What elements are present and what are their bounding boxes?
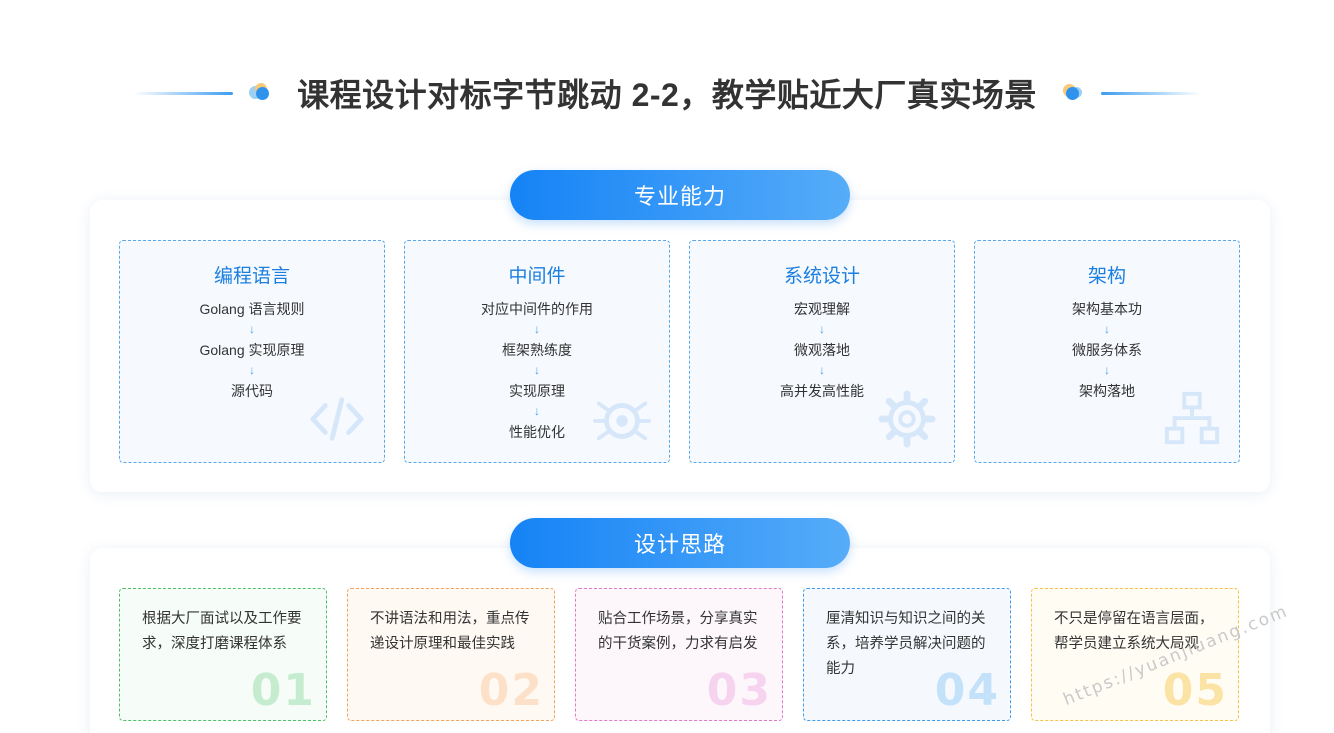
skill-item: 架构基本功 — [1072, 301, 1142, 317]
arrow-down-icon: ↓ — [249, 322, 255, 336]
section-label-professional: 专业能力 — [510, 170, 850, 220]
idea-card-01: 根据大厂面试以及工作要求，深度打磨课程体系 01 — [119, 588, 327, 721]
skill-item: 框架熟练度 — [502, 342, 572, 358]
skill-card-architecture: 架构 架构基本功 ↓ 微服务体系 ↓ 架构落地 — [974, 240, 1240, 463]
page: 课程设计对标字节跳动 2-2，教学贴近大厂真实场景 专业能力 编程语言 Gola… — [0, 0, 1334, 733]
idea-card-number: 02 — [478, 665, 544, 716]
arrow-down-icon: ↓ — [1104, 322, 1110, 336]
idea-card-05: 不只是停留在语言层面，帮学员建立系统大局观 05 — [1031, 588, 1239, 721]
idea-card-text: 根据大厂面试以及工作要求，深度打磨课程体系 — [142, 611, 302, 652]
hierarchy-icon — [1164, 391, 1220, 445]
page-header: 课程设计对标字节跳动 2-2，教学贴近大厂真实场景 — [0, 70, 1334, 116]
idea-card-text: 不讲语法和用法，重点传递设计原理和最佳实践 — [370, 611, 530, 652]
skill-card-system-design: 系统设计 宏观理解 ↓ 微观落地 ↓ 高并发高性能 — [689, 240, 955, 463]
arrow-down-icon: ↓ — [534, 322, 540, 336]
page-title: 课程设计对标字节跳动 2-2，教学贴近大厂真实场景 — [297, 77, 1037, 113]
idea-card-number: 04 — [934, 665, 1000, 716]
idea-card-02: 不讲语法和用法，重点传递设计原理和最佳实践 02 — [347, 588, 555, 721]
decor-dots-left-icon — [247, 81, 275, 105]
skill-card-title: 架构 — [1087, 266, 1126, 287]
arrow-down-icon: ↓ — [819, 363, 825, 377]
code-icon — [310, 397, 364, 441]
section-label-design: 设计思路 — [510, 518, 850, 568]
idea-card-text: 贴合工作场景，分享真实的干货案例，力求有启发 — [598, 611, 758, 652]
skill-card-title: 系统设计 — [783, 266, 860, 287]
skill-card-programming: 编程语言 Golang 语言规则 ↓ Golang 实现原理 ↓ 源代码 — [119, 240, 385, 463]
arrow-down-icon: ↓ — [1104, 363, 1110, 377]
skill-card-title: 编程语言 — [213, 266, 290, 287]
idea-card-03: 贴合工作场景，分享真实的干货案例，力求有启发 03 — [575, 588, 783, 721]
skill-item: Golang 语言规则 — [199, 301, 305, 317]
skill-item: 对应中间件的作用 — [481, 301, 593, 317]
idea-card-number: 01 — [250, 665, 316, 716]
header-right-line — [1100, 91, 1201, 95]
idea-card-number: 05 — [1162, 665, 1228, 716]
skill-item: 微观落地 — [794, 342, 850, 358]
skill-item: 微服务体系 — [1072, 342, 1142, 358]
skill-item: 宏观理解 — [794, 301, 850, 317]
gear-icon — [878, 390, 936, 448]
skill-card-middleware: 中间件 对应中间件的作用 ↓ 框架熟练度 ↓ 实现原理 ↓ 性能优化 — [404, 240, 670, 463]
arrow-down-icon: ↓ — [249, 363, 255, 377]
header-left-line — [133, 91, 234, 95]
skill-card-title: 中间件 — [508, 266, 566, 287]
idea-card-04: 厘清知识与知识之间的关系，培养学员解决问题的能力 04 — [803, 588, 1011, 721]
arrow-down-icon: ↓ — [819, 322, 825, 336]
skill-item: Golang 实现原理 — [199, 342, 305, 358]
idea-card-number: 03 — [706, 665, 772, 716]
bug-icon — [593, 401, 651, 441]
decor-dots-right-icon — [1059, 81, 1087, 105]
arrow-down-icon: ↓ — [534, 363, 540, 377]
